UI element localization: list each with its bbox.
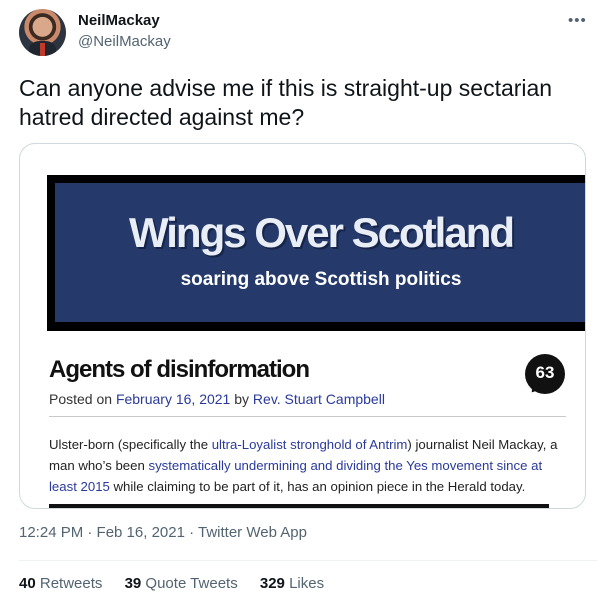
tweet-image-card[interactable]: Wings Over Scotland soaring above Scotti… — [19, 143, 586, 509]
post-meta: Posted on February 16, 2021 by Rev. Stua… — [49, 391, 385, 407]
divider — [49, 416, 566, 417]
tweet-time-link[interactable]: 12:24 PM · Feb 16, 2021 · — [19, 524, 198, 541]
likes-stat[interactable]: 329 Likes — [260, 575, 324, 592]
tweet-text: Can anyone advise me if this is straight… — [19, 75, 553, 130]
quote-tweets-stat[interactable]: 39 Quote Tweets — [125, 575, 238, 592]
body-link-antrim: ultra-Loyalist stronghold of Antrim — [211, 437, 408, 452]
avatar[interactable] — [19, 9, 66, 56]
author-handle[interactable]: @NeilMackay — [78, 33, 171, 50]
banner-subtitle: soaring above Scottish politics — [180, 269, 462, 290]
post-title: Agents of disinformation — [49, 356, 310, 383]
post-date-link: February 16, 2021 — [115, 391, 231, 407]
retweets-stat[interactable]: 40 Retweets — [19, 575, 102, 592]
author-display-name[interactable]: NeilMackay — [78, 12, 160, 29]
tweet-timestamp: 12:24 PM · Feb 16, 2021 · Twitter Web Ap… — [19, 524, 307, 541]
banner-title: Wings Over Scotland — [128, 209, 515, 256]
post-body: Ulster-born (specifically the ultra-Loya… — [49, 437, 558, 494]
divider — [49, 504, 549, 508]
comment-count-badge: 63 — [525, 354, 565, 394]
divider — [19, 560, 597, 561]
source-app-link[interactable]: Twitter Web App — [198, 524, 307, 541]
post-author-link: Rev. Stuart Campbell — [252, 391, 385, 407]
engagement-stats: 40 Retweets 39 Quote Tweets 329 Likes — [19, 575, 342, 592]
site-banner: Wings Over Scotland soaring above Scotti… — [47, 175, 585, 331]
more-options-icon[interactable]: ••• — [568, 12, 587, 29]
